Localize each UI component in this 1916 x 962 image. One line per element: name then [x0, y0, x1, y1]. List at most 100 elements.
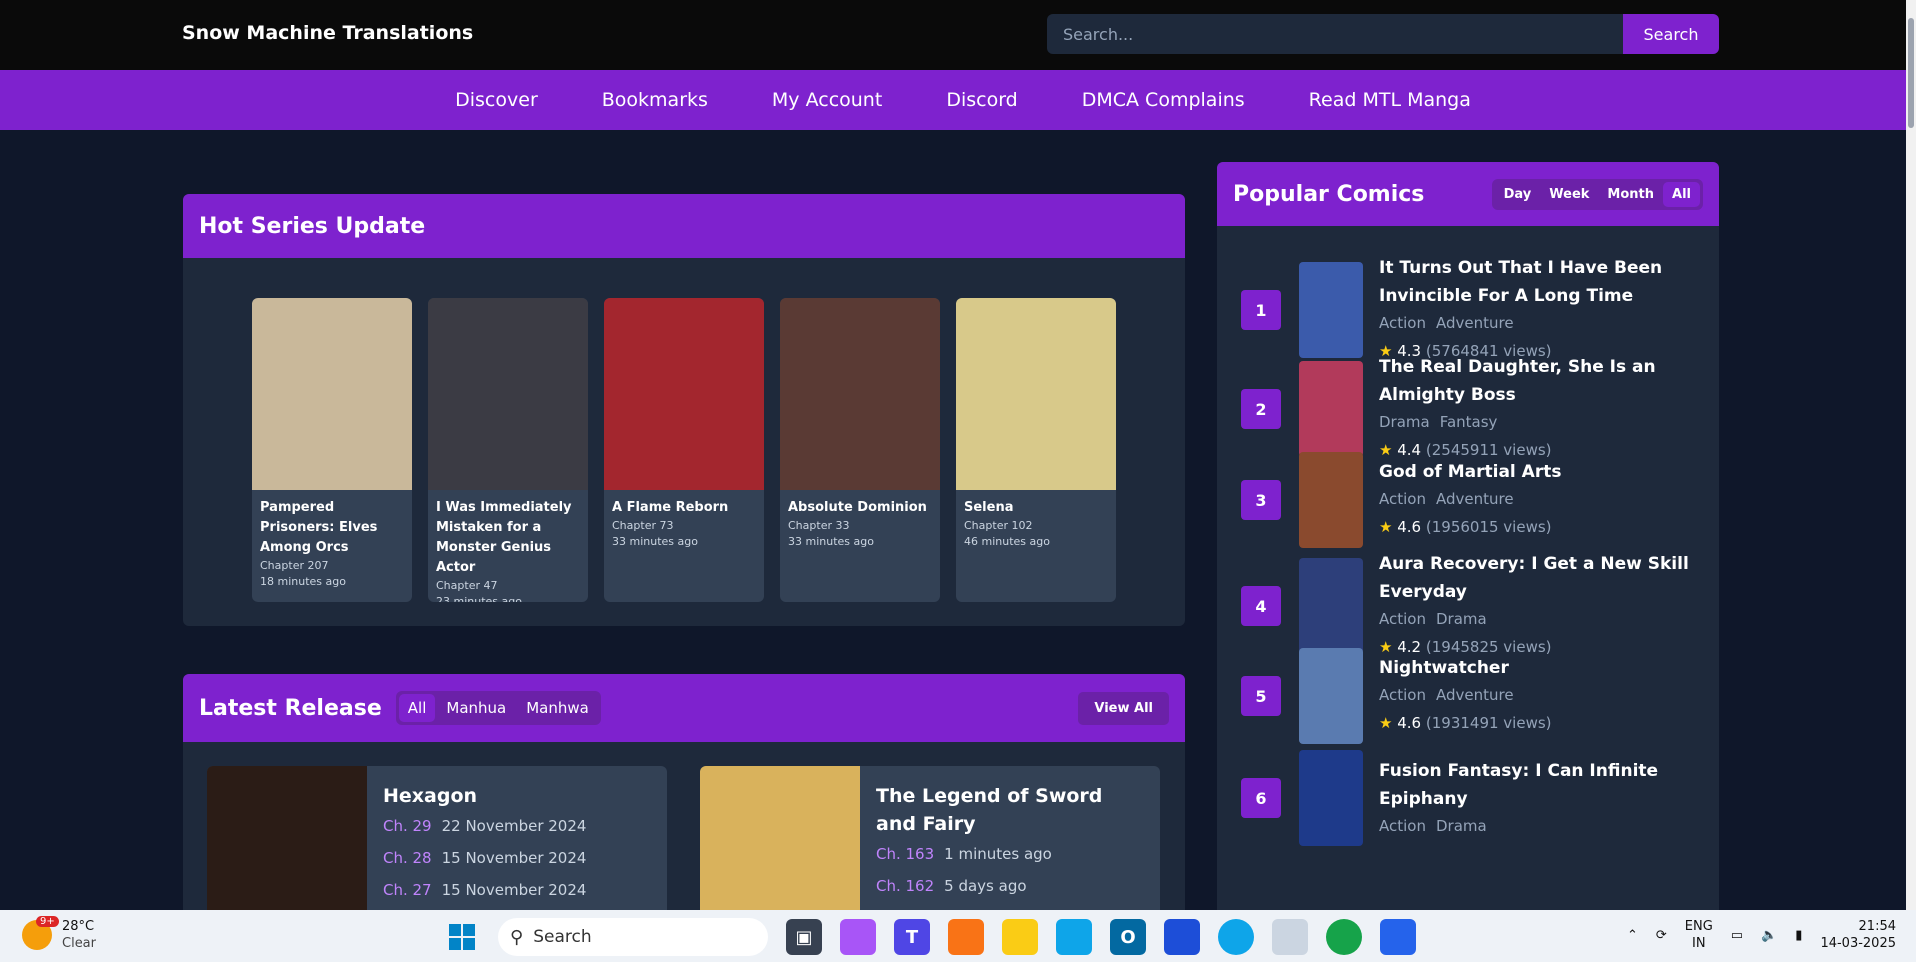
nav-bookmarks[interactable]: Bookmarks: [602, 89, 708, 111]
nav-discord[interactable]: Discord: [946, 89, 1017, 111]
popular-item[interactable]: 6 Fusion Fantasy: I Can Infinite Epiphany…: [1241, 750, 1699, 846]
telegram-icon[interactable]: [1218, 919, 1254, 955]
taskbar-search[interactable]: ⚲ Search: [498, 918, 768, 956]
filter-manhua[interactable]: Manhua: [437, 694, 515, 722]
release-chapter-row[interactable]: Ch. 28 15 November 2024: [383, 842, 586, 874]
series-title[interactable]: I Was Immediately Mistaken for a Monster…: [436, 498, 580, 578]
chapter-number[interactable]: Ch. 163: [876, 845, 934, 863]
series-cover-image[interactable]: [604, 298, 764, 490]
popular-item[interactable]: 5 Nightwatcher Action Adventure ★ 4.6 (19314…: [1241, 648, 1699, 744]
popular-title[interactable]: The Real Daughter, She Is an Almighty Bo…: [1379, 353, 1699, 409]
release-item[interactable]: Hexagon Ch. 29 22 November 2024 Ch. 28 15 No…: [207, 766, 667, 926]
nav-discover[interactable]: Discover: [455, 89, 538, 111]
series-chapter[interactable]: Chapter 73: [612, 518, 756, 534]
popular-item[interactable]: 1 It Turns Out That I Have Been Invincibl…: [1241, 254, 1699, 366]
tab-all[interactable]: All: [1663, 181, 1700, 207]
popular-item[interactable]: 3 God of Martial Arts Action Adventure ★ 4.6…: [1241, 452, 1699, 548]
nav-my-account[interactable]: My Account: [772, 89, 882, 111]
series-cover-image[interactable]: [428, 298, 588, 490]
series-card[interactable]: Selena Chapter 102 46 minutes ago: [956, 298, 1116, 602]
battery-icon[interactable]: ▮: [1795, 928, 1802, 943]
file-explorer-icon[interactable]: [1002, 919, 1038, 955]
nav-read-mtl-manga[interactable]: Read MTL Manga: [1309, 89, 1471, 111]
store-icon[interactable]: [1164, 919, 1200, 955]
release-chapter-row[interactable]: Ch. 27 15 November 2024: [383, 874, 586, 906]
series-chapter[interactable]: Chapter 47: [436, 578, 580, 594]
task-view-icon[interactable]: ▣: [786, 919, 822, 955]
series-chapter[interactable]: Chapter 102: [964, 518, 1108, 534]
filter-manhwa[interactable]: Manhwa: [517, 694, 598, 722]
sync-icon[interactable]: ⟳: [1656, 928, 1667, 943]
popular-item[interactable]: 4 Aura Recovery: I Get a New Skill Everyd…: [1241, 550, 1699, 662]
genre-tag[interactable]: Drama: [1379, 413, 1430, 431]
series-chapter[interactable]: Chapter 33: [788, 518, 932, 534]
genre-tag[interactable]: Drama: [1436, 610, 1487, 628]
popular-cover-image[interactable]: [1299, 648, 1363, 744]
chapter-number[interactable]: Ch. 28: [383, 849, 432, 867]
series-cover-image[interactable]: [956, 298, 1116, 490]
genre-tag[interactable]: Drama: [1436, 817, 1487, 835]
volume-icon[interactable]: 🔈: [1761, 928, 1777, 943]
release-cover-image[interactable]: [700, 766, 860, 926]
series-cover-image[interactable]: [252, 298, 412, 490]
copilot-icon[interactable]: [840, 919, 876, 955]
outlook-icon[interactable]: O: [1110, 919, 1146, 955]
series-card[interactable]: Pampered Prisoners: Elves Among Orcs Chap…: [252, 298, 412, 602]
popular-title[interactable]: God of Martial Arts: [1379, 458, 1699, 486]
genre-tag[interactable]: Fantasy: [1440, 413, 1498, 431]
tab-week[interactable]: Week: [1540, 182, 1598, 207]
popular-title[interactable]: It Turns Out That I Have Been Invincible…: [1379, 254, 1699, 310]
tab-day[interactable]: Day: [1495, 182, 1541, 207]
chevron-up-icon[interactable]: ⌃: [1627, 928, 1638, 943]
genre-tag[interactable]: Adventure: [1436, 314, 1514, 332]
chapter-number[interactable]: Ch. 162: [876, 877, 934, 895]
release-chapter-row[interactable]: Ch. 163 1 minutes ago: [876, 838, 1144, 870]
release-cover-image[interactable]: [207, 766, 367, 926]
brave-browser-icon[interactable]: [948, 919, 984, 955]
filter-all[interactable]: All: [398, 694, 436, 722]
search-button[interactable]: Search: [1623, 14, 1719, 54]
popular-cover-image[interactable]: [1299, 452, 1363, 548]
series-title[interactable]: Selena: [964, 498, 1108, 518]
chrome-icon[interactable]: [1326, 919, 1362, 955]
snipping-tool-icon[interactable]: [1272, 919, 1308, 955]
nav-dmca[interactable]: DMCA Complains: [1082, 89, 1245, 111]
popular-cover-image[interactable]: [1299, 262, 1363, 358]
genre-tag[interactable]: Action: [1379, 490, 1426, 508]
series-cover-image[interactable]: [780, 298, 940, 490]
genre-tag[interactable]: Action: [1379, 314, 1426, 332]
page-scrollbar[interactable]: [1906, 0, 1916, 910]
edge-icon[interactable]: [1056, 919, 1092, 955]
popular-cover-image[interactable]: [1299, 361, 1363, 457]
scrollbar-thumb[interactable]: [1908, 18, 1914, 128]
search-input[interactable]: [1047, 14, 1623, 54]
language-indicator[interactable]: ENG IN: [1685, 918, 1713, 952]
popular-title[interactable]: Nightwatcher: [1379, 654, 1699, 682]
popular-cover-image[interactable]: [1299, 750, 1363, 846]
release-title[interactable]: The Legend of Sword and Fairy: [876, 782, 1144, 838]
genre-tag[interactable]: Action: [1379, 610, 1426, 628]
series-title[interactable]: Absolute Dominion: [788, 498, 932, 518]
popular-title[interactable]: Aura Recovery: I Get a New Skill Everyda…: [1379, 550, 1699, 606]
series-card[interactable]: A Flame Reborn Chapter 73 33 minutes ago: [604, 298, 764, 602]
chapter-number[interactable]: Ch. 29: [383, 817, 432, 835]
genre-tag[interactable]: Action: [1379, 686, 1426, 704]
popular-item[interactable]: 2 The Real Daughter, She Is an Almighty B…: [1241, 353, 1699, 465]
popular-title[interactable]: Fusion Fantasy: I Can Infinite Epiphany: [1379, 757, 1699, 813]
release-title[interactable]: Hexagon: [383, 782, 586, 810]
site-brand[interactable]: Snow Machine Translations: [182, 22, 473, 44]
clock[interactable]: 21:54 14-03-2025: [1820, 918, 1896, 952]
display-icon[interactable]: ▭: [1731, 928, 1743, 943]
series-card[interactable]: I Was Immediately Mistaken for a Monster…: [428, 298, 588, 602]
genre-tag[interactable]: Adventure: [1436, 490, 1514, 508]
series-chapter[interactable]: Chapter 207: [260, 558, 404, 574]
genre-tag[interactable]: Adventure: [1436, 686, 1514, 704]
genre-tag[interactable]: Action: [1379, 817, 1426, 835]
release-chapter-row[interactable]: Ch. 29 22 November 2024: [383, 810, 586, 842]
vscode-icon[interactable]: [1380, 919, 1416, 955]
chapter-number[interactable]: Ch. 27: [383, 881, 432, 899]
tab-month[interactable]: Month: [1598, 182, 1663, 207]
windows-start-icon[interactable]: [444, 919, 480, 955]
view-all-button[interactable]: View All: [1078, 691, 1169, 725]
series-title[interactable]: A Flame Reborn: [612, 498, 756, 518]
